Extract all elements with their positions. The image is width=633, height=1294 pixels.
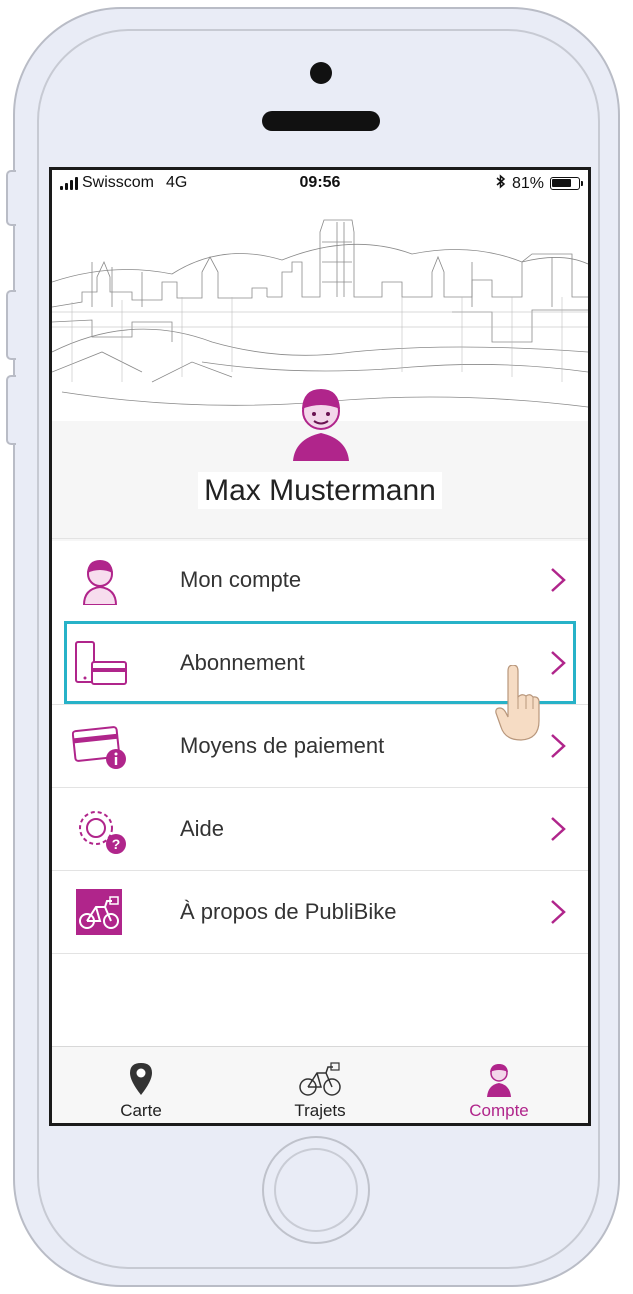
tab-trajets[interactable]: Trajets [231, 1047, 409, 1123]
volume-down-button [6, 375, 16, 445]
home-button[interactable] [262, 1136, 370, 1244]
chevron-right-icon [551, 651, 566, 675]
tap-hand-cursor [495, 665, 540, 741]
tab-bar: Carte Trajets Compte [52, 1046, 588, 1123]
cyclist-avatar-icon [487, 1064, 511, 1097]
battery-percent: 81% [511, 174, 544, 192]
chevron-right-icon [551, 817, 566, 841]
battery-icon [550, 177, 583, 190]
account-menu: Mon compte Abonnement Moyens de paiement [52, 538, 588, 1065]
tab-compte[interactable]: Compte [410, 1047, 588, 1123]
front-camera [310, 62, 332, 84]
chevron-right-icon [551, 900, 566, 924]
user-account-icon [82, 560, 118, 605]
menu-item-mon-compte[interactable]: Mon compte [52, 538, 588, 621]
gear-help-icon: ? [79, 811, 126, 854]
menu-item-aide[interactable]: ? Aide [52, 787, 588, 870]
phone-card-icon [75, 641, 127, 685]
status-bar: Swisscom 4G 09:56 81% [52, 170, 588, 196]
app-screen: Swisscom 4G 09:56 81% Max Mustermann Mon… [49, 167, 591, 1126]
map-pin-icon [130, 1063, 152, 1095]
credit-card-info-icon [72, 726, 126, 769]
bike-icon [299, 1062, 341, 1096]
cyclist-helmet-icon [293, 389, 349, 461]
menu-item-a-propos[interactable]: À propos de PubliBike [52, 870, 588, 953]
chevron-right-icon [551, 568, 566, 592]
bike-icon [76, 889, 122, 935]
earpiece-speaker [262, 111, 380, 131]
svg-text:?: ? [112, 836, 121, 852]
tab-carte[interactable]: Carte [52, 1047, 230, 1123]
bluetooth-icon [496, 174, 506, 193]
mute-switch [6, 170, 16, 226]
user-name: Max Mustermann [52, 472, 588, 509]
profile-header: Max Mustermann [52, 196, 588, 541]
chevron-right-icon [551, 734, 566, 758]
battery-level [552, 179, 571, 187]
volume-up-button [6, 290, 16, 360]
